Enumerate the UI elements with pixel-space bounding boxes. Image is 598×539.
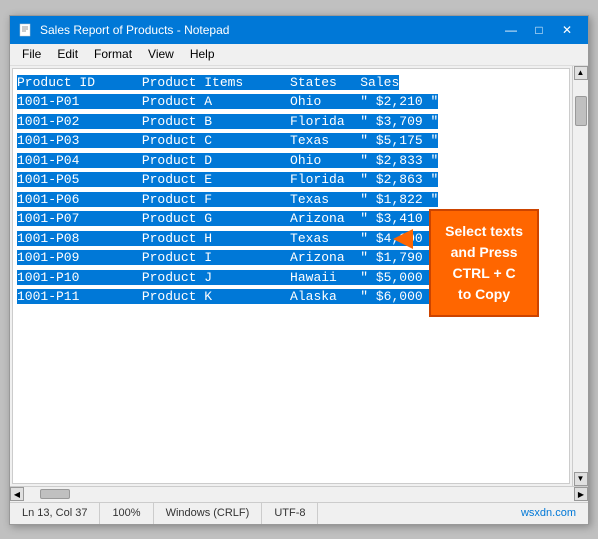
menu-help[interactable]: Help (182, 45, 223, 63)
close-button[interactable]: ✕ (554, 20, 580, 40)
tooltip-box: Select texts and Press CTRL + C to Copy (429, 209, 539, 317)
text-editor[interactable]: Product ID Product Items States Sales 10… (12, 68, 570, 484)
scrollbar-vertical[interactable]: ▲ ▼ (572, 66, 588, 486)
menu-view[interactable]: View (140, 45, 182, 63)
scroll-left-button[interactable]: ◀ (10, 487, 24, 501)
scroll-thumb[interactable] (575, 96, 587, 126)
tooltip-line3: CTRL + C (453, 265, 516, 281)
line-ending: Windows (CRLF) (154, 503, 263, 524)
scroll-right-button[interactable]: ▶ (574, 487, 588, 501)
minimize-button[interactable]: — (498, 20, 524, 40)
maximize-button[interactable]: □ (526, 20, 552, 40)
window-controls: — □ ✕ (498, 20, 580, 40)
tooltip-arrow (393, 229, 413, 249)
scrollbar-horizontal[interactable]: ◀ ▶ (10, 486, 588, 502)
cursor-position: Ln 13, Col 37 (10, 503, 100, 524)
menu-file[interactable]: File (14, 45, 49, 63)
menu-format[interactable]: Format (86, 45, 140, 63)
window-title: Sales Report of Products - Notepad (40, 23, 498, 37)
tooltip-line4: to Copy (458, 286, 510, 302)
encoding: UTF-8 (262, 503, 318, 524)
notepad-window: Sales Report of Products - Notepad — □ ✕… (9, 15, 589, 525)
scroll-up-button[interactable]: ▲ (574, 66, 588, 80)
status-bar: Ln 13, Col 37 100% Windows (CRLF) UTF-8 … (10, 502, 588, 524)
menu-edit[interactable]: Edit (49, 45, 86, 63)
editor-area: Product ID Product Items States Sales 10… (10, 66, 588, 486)
brand: wsxdn.com (509, 503, 588, 524)
title-bar: Sales Report of Products - Notepad — □ ✕ (10, 16, 588, 44)
h-scroll-thumb[interactable] (40, 489, 70, 499)
tooltip-line1: Select texts (445, 223, 523, 239)
zoom-level: 100% (100, 503, 153, 524)
tooltip-line2: and Press (451, 244, 518, 260)
menu-bar: File Edit Format View Help (10, 44, 588, 66)
app-icon (18, 22, 34, 38)
scroll-down-button[interactable]: ▼ (574, 472, 588, 486)
